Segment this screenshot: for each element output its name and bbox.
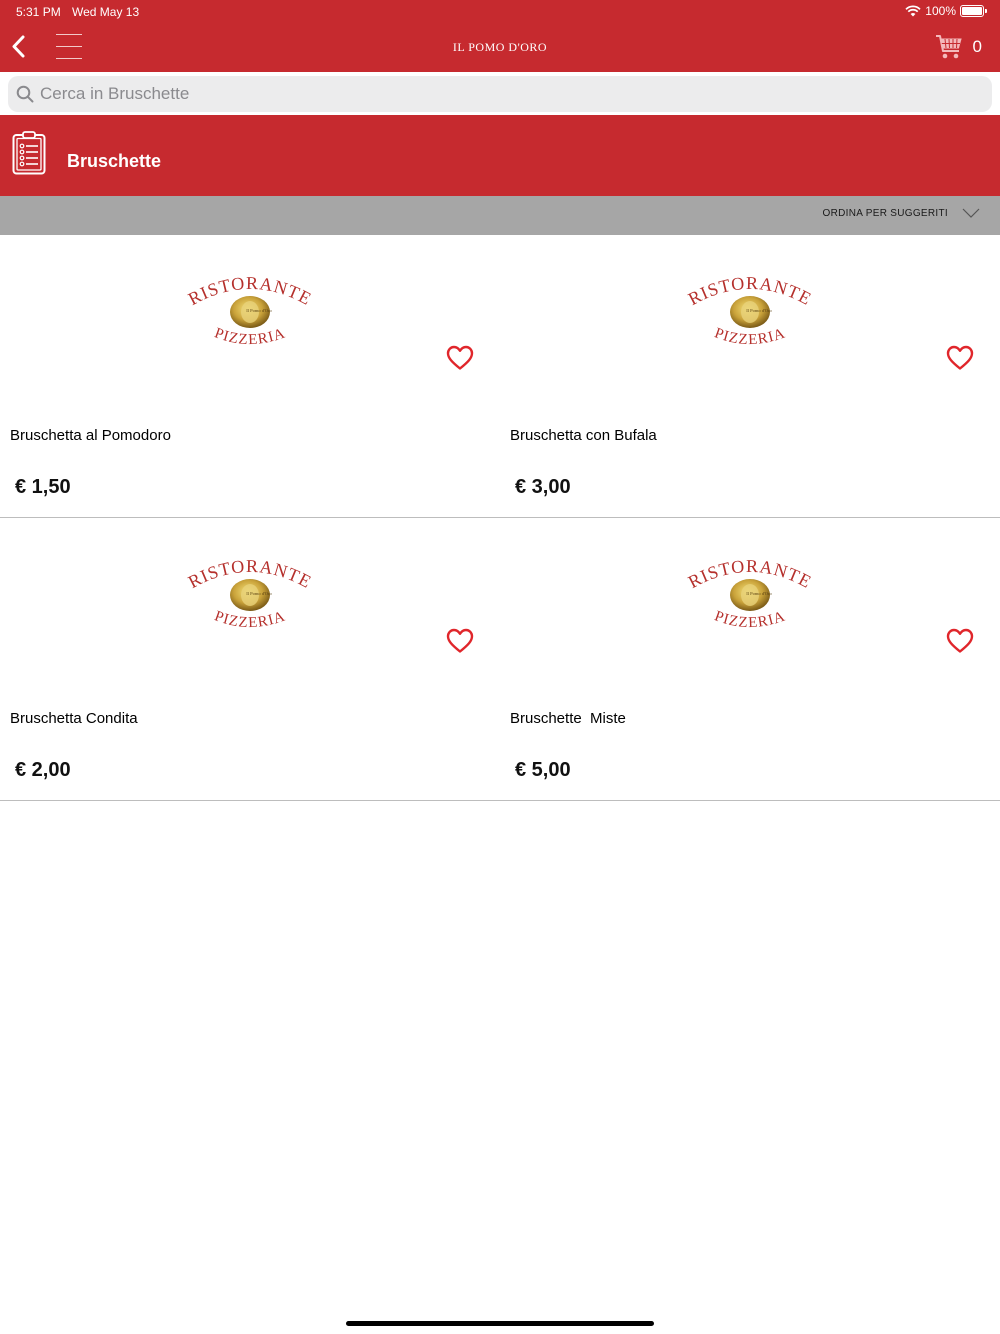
category-header: Bruschette: [0, 115, 1000, 196]
svg-text:PIZZERIA: PIZZERIA: [712, 325, 787, 348]
product-price: € 1,50: [15, 476, 71, 498]
product-card[interactable]: RISTORANTE Il Pomo d'Oro PIZZERIA Brusch…: [500, 518, 1000, 800]
product-name: Bruschetta con Bufala: [510, 427, 657, 444]
heart-icon[interactable]: [446, 345, 474, 371]
product-name: Bruschette Miste: [510, 710, 626, 727]
product-price: € 5,00: [515, 759, 571, 781]
svg-text:PIZZERIA: PIZZERIA: [712, 608, 787, 631]
heart-icon[interactable]: [946, 628, 974, 654]
search-bar: [0, 72, 1000, 115]
product-price: € 2,00: [15, 759, 71, 781]
svg-text:PIZZERIA: PIZZERIA: [212, 608, 287, 631]
svg-text:Il Pomo d'Oro: Il Pomo d'Oro: [246, 308, 272, 313]
top-bar: 5:31 PM Wed May 13 100% IL POMO D'ORO 0: [0, 0, 1000, 72]
status-indicators: 100%: [905, 4, 987, 18]
chevron-down-icon: [962, 208, 980, 218]
product-row: RISTORANTE Il Pomo d'Oro PIZZERIA Brusch…: [0, 235, 1000, 518]
svg-text:PIZZERIA: PIZZERIA: [212, 325, 287, 348]
category-title: Bruschette: [67, 151, 162, 171]
cart-button[interactable]: 0: [935, 34, 982, 60]
heart-icon[interactable]: [446, 628, 474, 654]
svg-text:Il Pomo d'Oro: Il Pomo d'Oro: [246, 591, 272, 596]
cart-count: 0: [972, 37, 982, 56]
wifi-icon: [905, 5, 921, 17]
restaurant-logo: RISTORANTE Il Pomo d'Oro PIZZERIA: [185, 277, 314, 348]
sort-bar: ORDINA PER SUGGERITI: [0, 196, 1000, 235]
product-price: € 3,00: [515, 476, 571, 498]
status-time: 5:31 PM: [16, 5, 61, 19]
svg-text:Il Pomo d'Oro: Il Pomo d'Oro: [746, 308, 772, 313]
heart-icon[interactable]: [946, 345, 974, 371]
restaurant-logo: RISTORANTE Il Pomo d'Oro PIZZERIA: [185, 560, 314, 631]
battery-icon: [960, 5, 987, 17]
sort-dropdown[interactable]: ORDINA PER SUGGERITI: [823, 207, 980, 219]
search-field[interactable]: [8, 76, 992, 112]
product-row: RISTORANTE Il Pomo d'Oro PIZZERIA Brusch…: [0, 518, 1000, 801]
sort-label: ORDINA PER SUGGERITI: [822, 207, 948, 219]
product-grid: RISTORANTE Il Pomo d'Oro PIZZERIA Brusch…: [0, 235, 1000, 801]
product-name: Bruschetta al Pomodoro: [10, 427, 171, 444]
product-card[interactable]: RISTORANTE Il Pomo d'Oro PIZZERIA Brusch…: [0, 518, 500, 800]
status-date: Wed May 13: [72, 5, 140, 19]
shopping-cart-icon: [935, 35, 962, 59]
product-card[interactable]: RISTORANTE Il Pomo d'Oro PIZZERIA Brusch…: [500, 235, 1000, 517]
restaurant-logo: RISTORANTE Il Pomo d'Oro PIZZERIA: [685, 560, 814, 631]
search-icon: [16, 85, 34, 103]
product-name: Bruschetta Condita: [10, 710, 138, 727]
restaurant-logo: RISTORANTE Il Pomo d'Oro PIZZERIA: [685, 277, 814, 348]
svg-text:Il Pomo d'Oro: Il Pomo d'Oro: [746, 591, 772, 596]
app-title: IL POMO D'ORO: [452, 40, 548, 54]
product-card[interactable]: RISTORANTE Il Pomo d'Oro PIZZERIA Brusch…: [0, 235, 500, 517]
home-indicator: [346, 1321, 654, 1326]
search-input[interactable]: [40, 84, 940, 104]
clipboard-list-icon: [12, 131, 46, 175]
battery-percent: 100%: [925, 4, 956, 18]
